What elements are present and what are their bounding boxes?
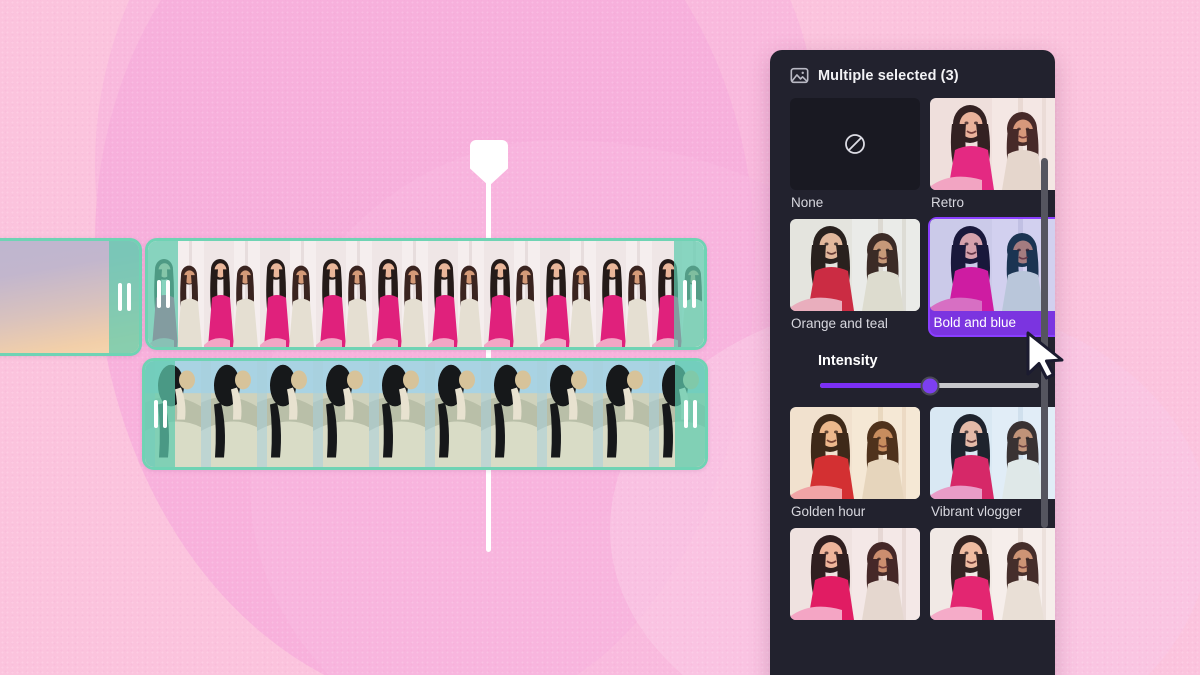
filmstrip-frame [201, 361, 257, 467]
filter-thumbnail[interactable] [930, 407, 1055, 499]
filter-label: None [791, 195, 824, 210]
intensity-slider-fill [820, 383, 930, 388]
mouse-cursor [1024, 330, 1068, 382]
filmstrip-frame [260, 241, 316, 347]
clip-trim-handle-right[interactable] [109, 241, 139, 353]
timeline-clip-gradient[interactable] [0, 238, 142, 356]
filter-thumbnail[interactable] [790, 407, 920, 499]
panel-title: Multiple selected (3) [818, 67, 959, 84]
filter-thumbnail[interactable] [929, 218, 1055, 311]
filmstrip-frame [596, 241, 652, 347]
clip-trim-handle-left[interactable] [145, 361, 175, 467]
app-canvas: Multiple selected (3) None Retro Orange … [0, 0, 1200, 675]
filter-item-orange-and-teal[interactable]: Orange and teal [790, 219, 920, 334]
filmstrip-frame [313, 361, 369, 467]
image-icon [790, 66, 809, 85]
filmstrip-frame [425, 361, 481, 467]
clip-trim-handle-left[interactable] [148, 241, 178, 347]
clip-trim-handle-right[interactable] [674, 241, 704, 347]
filter-label: Vibrant vlogger [931, 504, 1022, 519]
filter-thumbnail[interactable] [790, 98, 920, 190]
timeline-clip-selfie[interactable] [145, 238, 707, 350]
filmstrip-frame [537, 361, 593, 467]
timeline-clip-beach[interactable] [142, 358, 708, 470]
filters-panel: Multiple selected (3) None Retro Orange … [770, 50, 1055, 675]
filmstrip-frame [540, 241, 596, 347]
filmstrip-frame [481, 361, 537, 467]
filmstrip-frame [316, 241, 372, 347]
intensity-section: Intensity [790, 343, 1055, 398]
filter-thumbnail[interactable] [930, 528, 1055, 620]
filter-item-vibrant-vlogger[interactable]: Vibrant vlogger [930, 407, 1055, 519]
filters-scroll-area[interactable]: None Retro Orange and teal Bold and blue… [770, 98, 1055, 675]
filter-thumbnail[interactable] [930, 98, 1055, 190]
filter-item-golden-hour[interactable]: Golden hour [790, 407, 920, 519]
filmstrip-frame [204, 241, 260, 347]
filmstrip-frame [369, 361, 425, 467]
intensity-label: Intensity [818, 353, 878, 369]
clip-selfie-filmstrip [148, 241, 704, 347]
filter-item-retro[interactable]: Retro [930, 98, 1055, 210]
no-filter-icon [845, 134, 865, 154]
filmstrip-frame [428, 241, 484, 347]
filter-thumbnail[interactable] [790, 219, 920, 311]
filter-item-bold-and-blue[interactable]: Bold and blue [927, 216, 1055, 337]
filter-item-preview-6[interactable] [790, 528, 920, 620]
filmstrip-frame [705, 361, 708, 467]
filter-item-preview-7[interactable] [930, 528, 1055, 620]
filter-label: Orange and teal [791, 316, 888, 331]
filmstrip-frame [257, 361, 313, 467]
filmstrip-frame [484, 241, 540, 347]
filter-item-none[interactable]: None [790, 98, 920, 210]
intensity-slider-thumb[interactable] [920, 376, 939, 395]
panel-header: Multiple selected (3) [770, 50, 1055, 97]
filmstrip-frame [593, 361, 649, 467]
clip-trim-handle-right[interactable] [675, 361, 705, 467]
filter-thumbnail[interactable] [790, 528, 920, 620]
clip-beach-filmstrip [145, 361, 705, 467]
filters-grid: None Retro Orange and teal Bold and blue… [790, 98, 1055, 620]
filter-label: Retro [931, 195, 965, 210]
filmstrip-frame [372, 241, 428, 347]
intensity-slider[interactable] [820, 376, 1039, 395]
filter-label: Golden hour [791, 504, 866, 519]
